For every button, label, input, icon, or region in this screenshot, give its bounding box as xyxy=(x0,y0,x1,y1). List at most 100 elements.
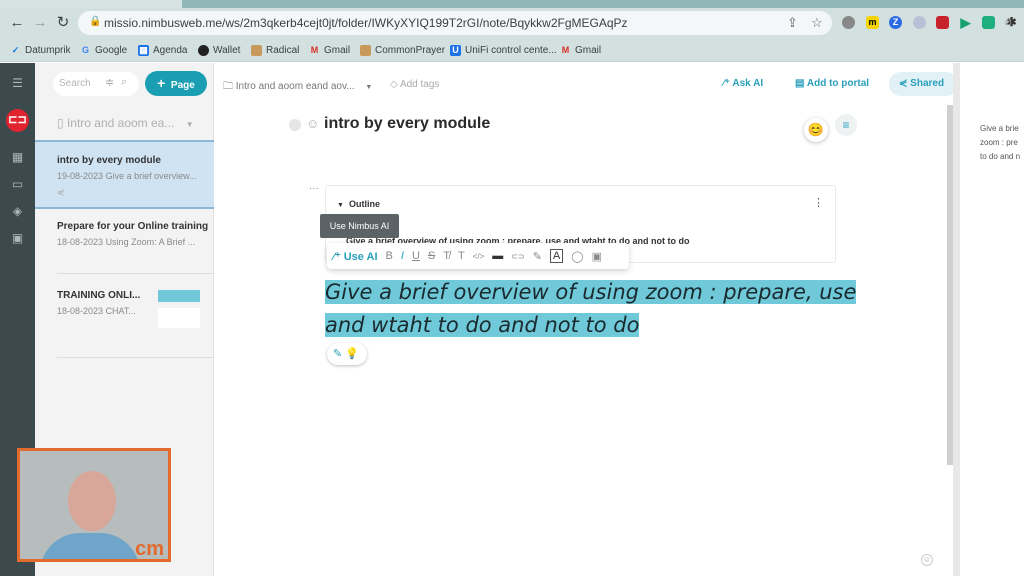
search-icon[interactable]: ⌕ xyxy=(121,76,127,89)
address-bar[interactable]: 🔒 missio.nimbusweb.me/ws/2m3qkerb4cejt0j… xyxy=(78,11,832,35)
underline-button[interactable]: U xyxy=(412,250,420,262)
menu-icon[interactable]: ≡ xyxy=(835,114,857,136)
extension-icon[interactable] xyxy=(982,16,995,29)
bookmark-unifi[interactable]: U UniFi control cente... xyxy=(450,42,557,58)
magic-wand-icon: ⁄⁺ xyxy=(333,250,341,263)
active-tab[interactable] xyxy=(0,0,182,8)
feedback-icon[interactable]: ☺ xyxy=(921,554,933,566)
tab-strip xyxy=(0,0,1024,8)
italic-button[interactable]: I xyxy=(401,250,404,262)
extension-icon[interactable]: m xyxy=(866,16,879,29)
shared-button[interactable]: ⋞ Shared xyxy=(889,72,958,96)
comment-button[interactable]: ◯ xyxy=(571,250,583,263)
note-thumbnail xyxy=(158,290,200,302)
extension-icon[interactable] xyxy=(842,16,855,29)
extension-icon[interactable] xyxy=(936,16,949,29)
strikethrough-button[interactable]: S xyxy=(428,250,435,262)
search-input[interactable]: Search ≑ ⌕ xyxy=(53,72,139,96)
note-list-item[interactable]: Prepare for your Online training 18-08-2… xyxy=(35,221,214,281)
note-thumbnail xyxy=(158,308,200,328)
pen-button[interactable]: ✎ xyxy=(533,250,542,263)
code-button[interactable]: </> xyxy=(473,252,485,261)
calendar-icon: ▦ xyxy=(138,44,149,56)
folder-selector[interactable]: ▯ Intro and aoom ea... ▼ xyxy=(57,116,207,130)
bookmarks-bar: ✓ Datumprik G Google ▦ Agenda Wallet Radica… xyxy=(0,38,1024,62)
chevron-down-icon: ▼ xyxy=(185,120,194,129)
kebab-menu-icon[interactable]: ⋮ xyxy=(813,196,824,209)
more-icon[interactable]: ··· xyxy=(309,183,319,194)
lightbulb-icon[interactable]: 💡 xyxy=(345,348,359,360)
plus-icon: + xyxy=(157,75,166,91)
extension-icon[interactable] xyxy=(913,16,926,29)
page-title[interactable]: intro by every module xyxy=(324,115,490,133)
formatting-toolbar: ⁄⁺ Use AI B I U S T̸ T </> ▬ ⊂⊃ ✎ A ◯ ▣ xyxy=(327,243,629,269)
url-text: missio.nimbusweb.me/ws/2m3qkerb4cejt0jt/… xyxy=(104,16,628,30)
bookmark-commonprayer[interactable]: CommonPrayer xyxy=(360,42,445,58)
tag-icon: ◇ xyxy=(390,79,398,90)
presenter-video xyxy=(40,533,140,559)
bookmark-agenda[interactable]: ▦ Agenda xyxy=(138,42,187,58)
breadcrumb[interactable]: 🗀 Intro and aoom eand aov... ▼ xyxy=(223,79,372,96)
bookmark-gmail-2[interactable]: M Gmail xyxy=(560,42,601,58)
inline-ai-toolbar: ✎ 💡 xyxy=(327,343,367,365)
editor: 🗀 Intro and aoom eand aov... ▼ ◇ Add tag… xyxy=(215,63,981,576)
portal-icon: ▤ xyxy=(795,78,805,89)
page-icon: ▯ xyxy=(57,116,64,130)
play-extension-icon[interactable]: ▶ xyxy=(959,16,972,29)
lock-icon: 🔒 xyxy=(89,16,102,27)
emoji-icon[interactable]: ☺ xyxy=(306,116,319,131)
menu-icon[interactable]: ☰ xyxy=(9,75,26,92)
add-tags-button[interactable]: ◇ Add tags xyxy=(390,79,439,90)
more-button[interactable]: ▣ xyxy=(592,250,602,263)
bookmark-radical[interactable]: Radical xyxy=(251,42,299,58)
divider xyxy=(57,273,214,274)
filter-icon[interactable]: ≑ xyxy=(105,76,114,89)
bookmark-icon xyxy=(360,44,371,56)
share-icon[interactable]: ⇪ xyxy=(787,15,798,31)
folder-icon[interactable]: ▭ xyxy=(9,176,26,193)
status-circle[interactable] xyxy=(289,119,301,131)
add-to-portal-button[interactable]: ▤ Add to portal xyxy=(795,78,869,89)
divider xyxy=(57,357,214,358)
mood-emoji-icon[interactable]: 😊 xyxy=(804,118,828,142)
text-style-button[interactable]: T xyxy=(458,250,465,262)
grid-icon[interactable]: ▦ xyxy=(9,149,26,166)
trash-icon[interactable]: ▣ xyxy=(9,230,26,247)
highlight-button[interactable]: ▬ xyxy=(492,250,503,262)
folder-icon: 🗀 xyxy=(223,81,233,92)
chevron-down-icon: ▼ xyxy=(365,84,373,91)
selected-paragraph[interactable]: Give a brief overview of using zoom : pr… xyxy=(325,276,857,342)
star-icon[interactable]: ☆ xyxy=(811,15,823,31)
bold-button[interactable]: B xyxy=(386,250,393,262)
browser-toolbar: ← → ↻ 🔒 missio.nimbusweb.me/ws/2m3qkerb4… xyxy=(0,8,1024,38)
attachment-icon[interactable]: ⌀ xyxy=(1005,15,1012,28)
share-icon: ⋞ xyxy=(57,187,65,197)
link-button[interactable]: ⊂⊃ xyxy=(511,252,524,261)
extension-icon[interactable]: Z xyxy=(889,16,902,29)
tag-icon[interactable]: ◈ xyxy=(9,203,26,220)
ask-ai-button[interactable]: ⁄⁺ Ask AI xyxy=(723,78,763,89)
reload-button[interactable]: ↻ xyxy=(54,14,72,32)
workspace-logo[interactable]: ⊏⊐ xyxy=(6,109,29,132)
back-button[interactable]: ← xyxy=(8,14,26,32)
bookmark-google[interactable]: G Google xyxy=(80,42,127,58)
forward-button[interactable]: → xyxy=(31,14,49,32)
right-preview-panel: Give a brie zoom : pre to do and n ⌀ xyxy=(953,16,1024,576)
bookmark-gmail[interactable]: M Gmail xyxy=(309,42,350,58)
share-icon: ⋞ xyxy=(899,78,908,89)
webcam-overlay: cm xyxy=(17,448,171,562)
note-list-item[interactable]: TRAINING ONLI... 18-08-2023 CHAT... xyxy=(35,290,214,350)
gmail-icon: M xyxy=(561,44,570,55)
text-color-button[interactable]: A xyxy=(549,249,564,263)
bookmark-datumprik[interactable]: ✓ Datumprik xyxy=(10,42,71,58)
bookmark-wallet[interactable]: Wallet xyxy=(198,42,240,58)
magic-pen-icon[interactable]: ✎ xyxy=(333,348,342,360)
new-page-button[interactable]: + Page xyxy=(145,71,207,96)
use-ai-button[interactable]: ⁄⁺ Use AI xyxy=(333,250,378,263)
bookmark-icon xyxy=(251,44,262,56)
unifi-icon: U xyxy=(450,44,461,56)
clear-format-button[interactable]: T̸ xyxy=(443,250,450,262)
note-list-item[interactable]: intro by every module 19-08-2023 Give a … xyxy=(35,140,214,209)
watermark-logo: cm xyxy=(135,538,164,560)
chevron-down-icon: ▼ xyxy=(337,202,344,209)
